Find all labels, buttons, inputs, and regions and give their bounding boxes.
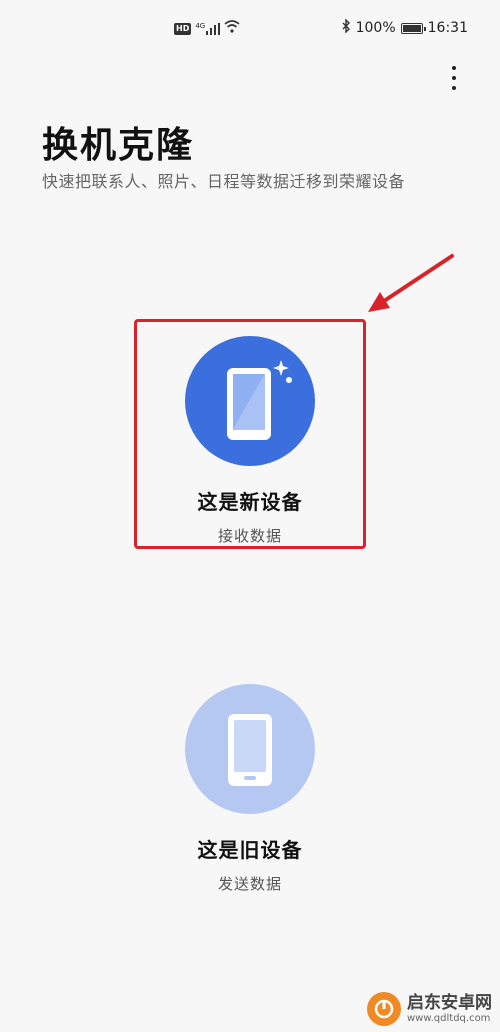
status-bar: HD 4G 100% 16:31: [0, 0, 500, 56]
old-device-title: 这是旧设备: [197, 838, 303, 862]
new-device-subtitle: 接收数据: [217, 527, 282, 545]
old-device-option[interactable]: 这是旧设备 发送数据: [136, 684, 364, 894]
clock: 16:31: [427, 20, 468, 36]
signal-icon: 4G: [195, 21, 221, 35]
watermark: 启东安卓网 www.qdltdq.com: [367, 992, 492, 1026]
more-dot-icon: [452, 66, 456, 70]
hd-badge: HD: [174, 22, 192, 35]
old-device-circle: [185, 684, 315, 814]
page-title: 换机克隆: [42, 125, 195, 166]
new-device-option[interactable]: 这是新设备 接收数据: [136, 320, 364, 548]
signal-label: 4G: [195, 21, 206, 30]
status-right: 100% 16:31: [342, 18, 468, 37]
phone-sparkle-icon: [227, 360, 292, 440]
new-device-title: 这是新设备: [197, 490, 303, 514]
old-device-subtitle: 发送数据: [217, 875, 282, 893]
status-left: HD 4G: [174, 20, 240, 37]
watermark-url: www.qdltdq.com: [407, 1012, 491, 1024]
page-subtitle: 快速把联系人、照片、日程等数据迁移到荣耀设备: [42, 172, 406, 191]
more-dot-icon: [452, 76, 456, 80]
watermark-logo-icon: [367, 992, 401, 1026]
more-dot-icon: [452, 86, 456, 90]
wifi-icon: [224, 20, 240, 37]
battery-percentage: 100%: [355, 20, 396, 36]
new-device-circle: [185, 336, 315, 466]
phone-icon: [228, 714, 272, 786]
more-options-button[interactable]: [442, 62, 466, 94]
annotation-arrow-icon: [368, 254, 454, 312]
battery-icon: [400, 22, 426, 34]
watermark-name: 启东安卓网: [407, 993, 492, 1014]
bluetooth-icon: [342, 18, 351, 37]
